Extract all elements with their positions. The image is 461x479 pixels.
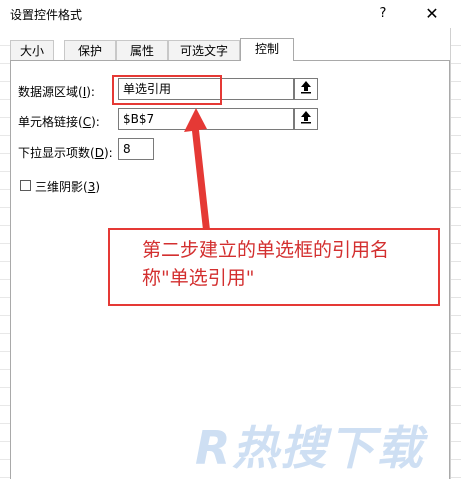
cell-link-accesskey: C: [82, 115, 92, 129]
3d-shading-checkbox[interactable]: [20, 180, 31, 191]
tab-properties[interactable]: 属性: [116, 40, 168, 60]
background-sheet-strip-left: [0, 28, 10, 479]
cell-link-label: 单元格链接(C):: [18, 113, 100, 130]
tab-alt-text[interactable]: 可选文字: [168, 40, 240, 60]
cell-link-label-suffix: ):: [91, 115, 100, 129]
collapse-dialog-icon: [301, 81, 311, 94]
dropdown-lines-label-text: 下拉显示项数(: [18, 146, 95, 160]
tab-protection[interactable]: 保护: [64, 40, 116, 60]
cell-link-label-text: 单元格链接(: [18, 115, 83, 129]
help-button[interactable]: ?: [372, 4, 394, 24]
cell-link-collapse-button[interactable]: [294, 108, 318, 130]
annotation-highlight-box: [112, 75, 222, 105]
dialog-title: 设置控件格式: [10, 8, 83, 22]
background-sheet-strip-right: [450, 28, 461, 479]
dropdown-lines-label: 下拉显示项数(D):: [18, 144, 113, 161]
annotation-callout: 第二步建立的单选框的引用名称"单选引用": [108, 228, 440, 306]
tab-size[interactable]: 大小: [10, 40, 54, 60]
dropdown-lines-field[interactable]: 8: [118, 138, 154, 160]
dropdown-lines-accesskey: D: [94, 146, 104, 160]
input-range-label: 数据源区域(I):: [18, 83, 95, 100]
dropdown-lines-label-suffix: ):: [103, 146, 113, 160]
close-button[interactable]: ✕: [420, 3, 444, 25]
collapse-dialog-icon: [301, 111, 311, 124]
input-range-label-suffix: ):: [86, 85, 95, 99]
3d-shading-label-text: 三维阴影(: [35, 180, 88, 194]
input-range-collapse-button[interactable]: [294, 78, 318, 100]
dialog-titlebar: 设置控件格式 ? ✕: [0, 0, 461, 28]
3d-shading-label-suffix: ): [95, 180, 101, 194]
tab-control[interactable]: 控制: [240, 38, 294, 61]
watermark-logo: R热搜下载: [195, 421, 425, 475]
3d-shading-label[interactable]: 三维阴影(3): [35, 178, 100, 195]
input-range-label-text: 数据源区域(: [18, 85, 83, 99]
cell-link-field[interactable]: $B$7: [118, 108, 294, 130]
